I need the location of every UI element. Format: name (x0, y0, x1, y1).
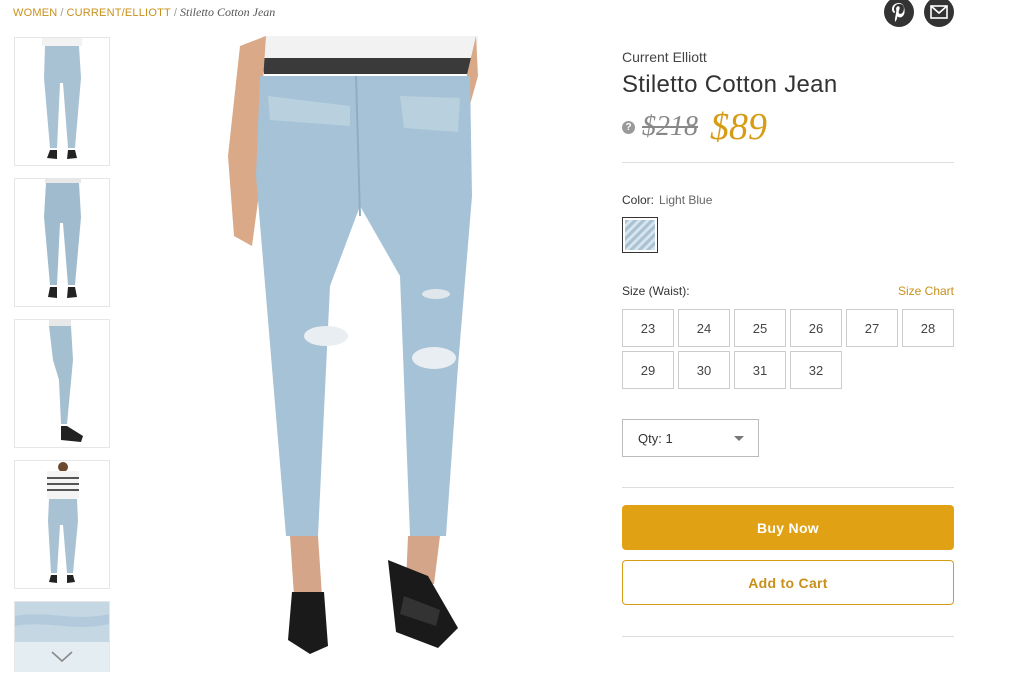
thumbnail-side[interactable] (14, 319, 110, 448)
size-option[interactable]: 29 (622, 351, 674, 389)
chevron-down-icon (51, 651, 73, 663)
size-option[interactable]: 28 (902, 309, 954, 347)
quantity-select[interactable]: Qty: 1 (622, 419, 759, 457)
divider (622, 636, 954, 637)
buy-now-button[interactable]: Buy Now (622, 505, 954, 550)
sale-price: $89 (710, 106, 767, 148)
add-to-cart-button[interactable]: Add to Cart (622, 560, 954, 605)
size-option[interactable]: 31 (734, 351, 786, 389)
color-label: Color: (622, 193, 655, 207)
price-row: ? $218 $89 (622, 105, 954, 149)
product-info-panel: Current Elliott Stiletto Cotton Jean ? $… (622, 49, 954, 637)
breadcrumb-separator: / (173, 7, 177, 19)
size-grid: 23 24 25 26 27 28 29 30 31 32 (622, 309, 954, 389)
chevron-down-icon (734, 435, 744, 441)
price-info-icon[interactable]: ? (622, 120, 635, 134)
thumbnail-detail[interactable] (14, 601, 110, 672)
size-label: Size (Waist): (622, 284, 690, 298)
size-option[interactable]: 23 (622, 309, 674, 347)
product-title: Stiletto Cotton Jean (622, 71, 838, 98)
divider (622, 162, 954, 163)
product-brand[interactable]: Current Elliott (622, 49, 954, 65)
swatch-pattern (625, 220, 655, 250)
pinterest-icon[interactable] (884, 0, 914, 27)
thumbnail-strip (14, 37, 110, 684)
original-price: $218 (642, 111, 698, 142)
breadcrumb-current: Stiletto Cotton Jean (179, 5, 276, 19)
email-icon[interactable] (924, 0, 954, 27)
color-swatch-light-blue[interactable] (622, 217, 658, 253)
size-option[interactable]: 27 (846, 309, 898, 347)
size-option[interactable]: 32 (790, 351, 842, 389)
size-option[interactable]: 30 (678, 351, 730, 389)
breadcrumb-brand[interactable]: CURRENT/ELLIOTT (66, 7, 170, 19)
main-product-image[interactable] (200, 36, 520, 670)
color-value: Light Blue (659, 193, 713, 207)
thumbnail-full[interactable] (14, 460, 110, 589)
breadcrumb-women[interactable]: WOMEN (13, 7, 57, 19)
color-selector: Color: Light Blue (622, 193, 954, 253)
size-option[interactable]: 24 (678, 309, 730, 347)
size-header: Size (Waist): Size Chart (622, 284, 954, 298)
thumbnail-front[interactable] (14, 37, 110, 166)
size-chart-link[interactable]: Size Chart (898, 284, 954, 298)
quantity-label: Qty: 1 (638, 430, 673, 446)
thumbnail-scroll-down[interactable] (15, 642, 109, 672)
breadcrumb: WOMEN / CURRENT/ELLIOTT / Stiletto Cotton Je… (13, 5, 275, 20)
thumbnail-back[interactable] (14, 178, 110, 307)
size-option[interactable]: 25 (734, 309, 786, 347)
breadcrumb-separator: / (60, 7, 64, 19)
size-option[interactable]: 26 (790, 309, 842, 347)
divider (622, 487, 954, 488)
